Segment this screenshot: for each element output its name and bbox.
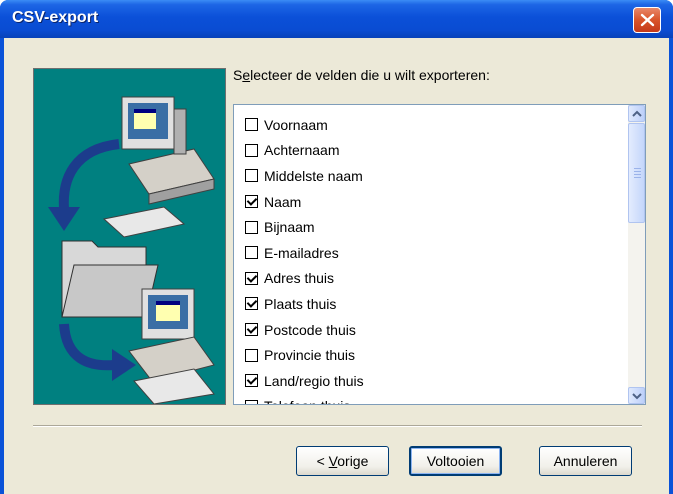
arrow-icon-right [59, 323, 115, 371]
field-item[interactable]: E-mailadres [245, 240, 364, 266]
field-item[interactable]: Middelste naam [245, 163, 364, 189]
field-label: Provincie thuis [264, 347, 356, 364]
close-icon [640, 13, 655, 27]
arrow-icon-down [58, 139, 120, 210]
field-checkbox[interactable] [245, 220, 258, 234]
field-label: Naam [264, 193, 302, 210]
field-checkbox[interactable] [245, 143, 258, 157]
field-checkbox[interactable] [245, 271, 258, 285]
field-label: Achternaam [264, 142, 340, 159]
export-illustration [33, 68, 226, 405]
field-label: Voornaam [264, 116, 328, 133]
field-label: E-mailadres [264, 244, 339, 261]
computer-icon-bottom [128, 288, 215, 404]
field-item[interactable]: Achternaam [245, 138, 364, 164]
field-checkbox[interactable] [245, 118, 258, 132]
field-checkbox[interactable] [245, 195, 258, 209]
field-label: Telefoon thuis [264, 398, 350, 404]
field-checkbox[interactable] [245, 348, 258, 362]
window-title: CSV-export [12, 9, 99, 26]
field-item[interactable]: Provincie thuis [245, 342, 364, 368]
field-checkbox[interactable] [245, 246, 258, 260]
field-checkbox[interactable] [245, 323, 258, 337]
scroll-up-button[interactable] [628, 105, 645, 122]
field-item[interactable]: Telefoon thuis [245, 394, 364, 404]
fields-list: Voornaam Achternaam Middelste naam Naam Bijn… [245, 112, 364, 404]
field-item[interactable]: Plaats thuis [245, 291, 364, 317]
field-label: Plaats thuis [264, 295, 337, 312]
chevron-up-icon [632, 110, 642, 117]
field-item[interactable]: Land/regio thuis [245, 368, 364, 394]
field-checkbox[interactable] [245, 374, 258, 388]
separator-line [33, 425, 642, 427]
back-button[interactable]: < Vorige [296, 446, 389, 476]
scroll-thumb[interactable] [628, 123, 645, 223]
computer-icon-top [102, 96, 215, 238]
dialog-window: CSV-export Selecteer de velden die u wil… [0, 0, 673, 494]
field-checkbox[interactable] [245, 297, 258, 311]
dialog-body: Selecteer de velden die u wilt exportere… [4, 38, 669, 494]
scroll-down-button[interactable] [628, 387, 645, 404]
field-item[interactable]: Postcode thuis [245, 317, 364, 343]
field-selection-prompt: Selecteer de velden die u wilt exportere… [233, 67, 490, 83]
field-item[interactable]: Adres thuis [245, 266, 364, 292]
close-button[interactable] [633, 7, 661, 33]
finish-button[interactable]: Voltooien [409, 446, 502, 476]
field-checkbox[interactable] [245, 399, 258, 404]
vertical-scrollbar[interactable] [628, 105, 645, 404]
field-checkbox[interactable] [245, 169, 258, 183]
field-item[interactable]: Voornaam [245, 112, 364, 138]
field-item[interactable]: Naam [245, 189, 364, 215]
field-label: Bijnaam [264, 219, 315, 236]
chevron-down-icon [632, 393, 642, 400]
field-label: Postcode thuis [264, 321, 356, 338]
field-item[interactable]: Bijnaam [245, 214, 364, 240]
cancel-button[interactable]: Annuleren [539, 446, 632, 476]
fields-listbox[interactable]: Voornaam Achternaam Middelste naam Naam Bijn… [233, 104, 646, 405]
field-label: Adres thuis [264, 270, 335, 287]
field-label: Land/regio thuis [264, 372, 364, 389]
field-label: Middelste naam [264, 167, 363, 184]
title-bar[interactable]: CSV-export [0, 0, 673, 38]
